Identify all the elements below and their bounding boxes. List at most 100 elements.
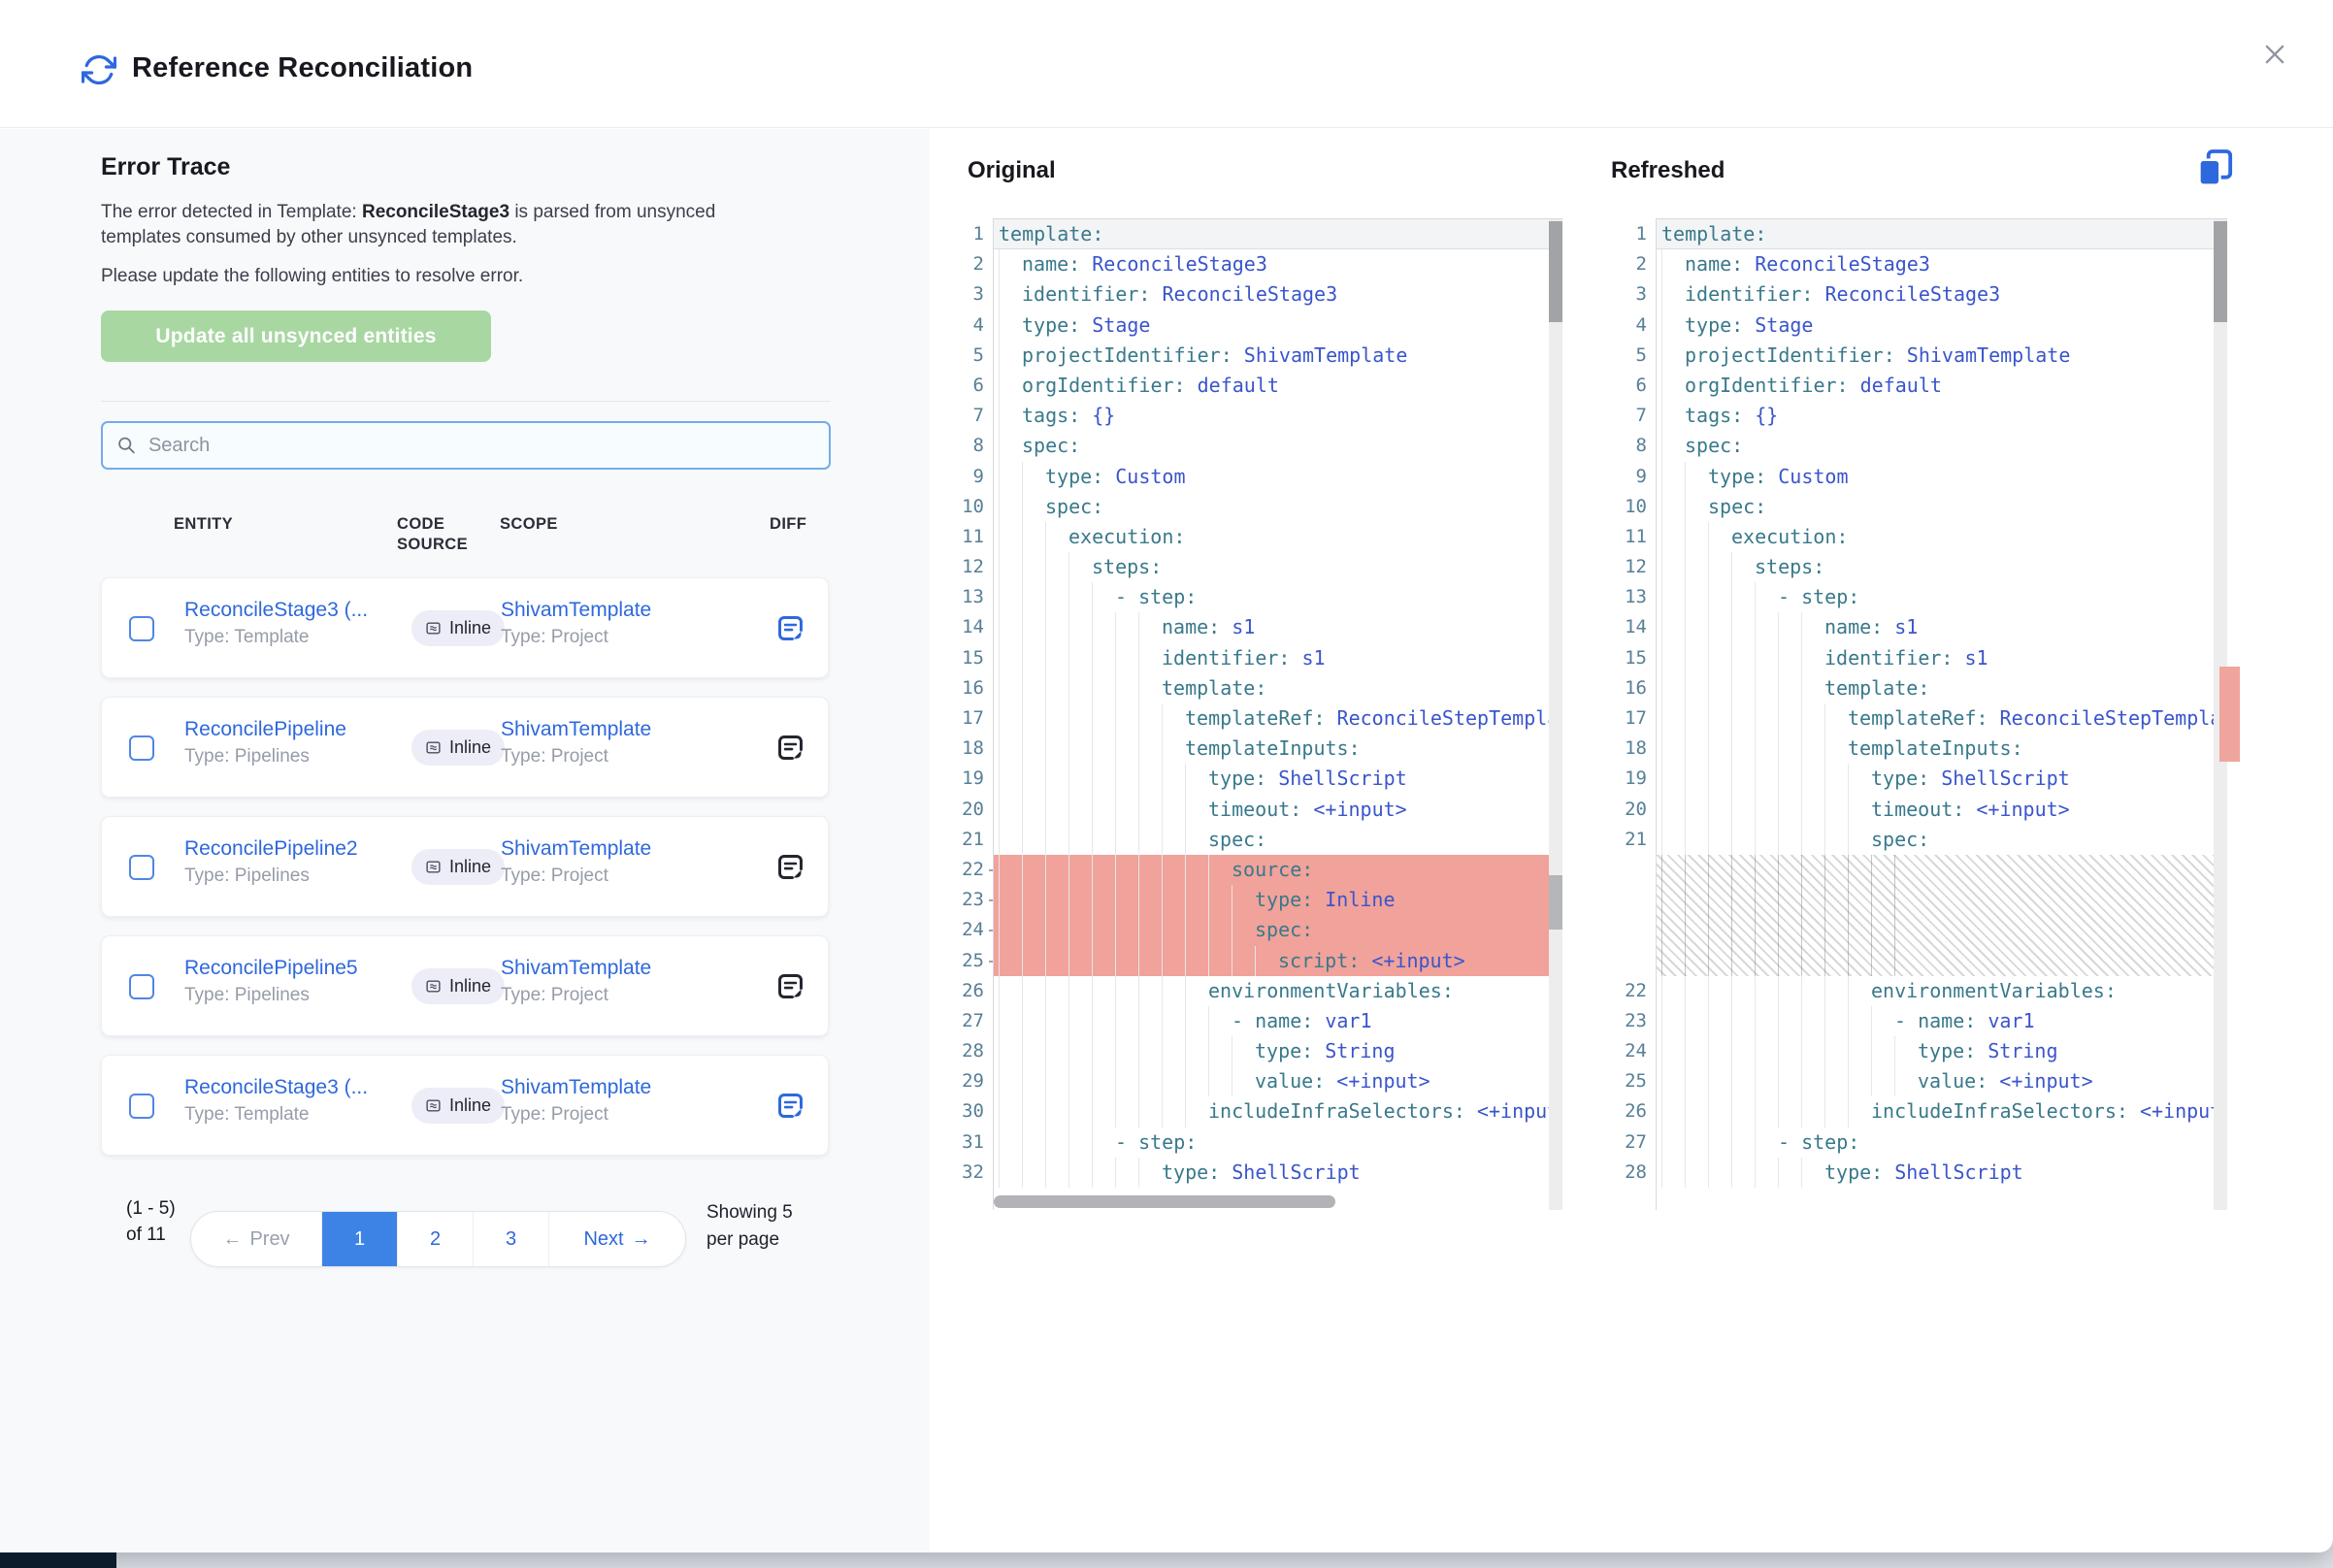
next-page-button[interactable]: Next→: [548, 1212, 685, 1266]
scope-link[interactable]: ShivamTemplate: [501, 718, 651, 741]
code-line: template:: [994, 673, 1562, 703]
pagination-control: ←Prev 1 2 3 Next→: [190, 1211, 686, 1267]
update-all-unsynced-button[interactable]: Update all unsynced entities: [101, 310, 491, 362]
entity-link[interactable]: ReconcilePipeline5: [184, 957, 358, 980]
line-number: 10: [1611, 492, 1656, 522]
line-number: 26: [1611, 1096, 1656, 1127]
pagination-range-text: (1 - 5) of 11: [126, 1195, 181, 1248]
entity-link[interactable]: ReconcileStage3 (...: [184, 599, 368, 622]
copy-icon[interactable]: [2195, 147, 2234, 190]
row-checkbox[interactable]: [129, 1094, 154, 1119]
error-trace-instruction: Please update the following entities to …: [101, 264, 780, 289]
code-line: execution:: [1657, 522, 2227, 552]
code-line: source:: [994, 855, 1562, 885]
entity-table-row[interactable]: ReconcileStage3 (... Type: Template Inli…: [101, 1055, 829, 1156]
code-line: identifier: ReconcileStage3: [994, 279, 1562, 310]
row-checkbox[interactable]: [129, 974, 154, 999]
original-vertical-scrollbar[interactable]: [1549, 219, 1562, 1210]
page-button-3[interactable]: 3: [473, 1212, 548, 1266]
diff-icon[interactable]: [775, 733, 805, 763]
scope-link[interactable]: ShivamTemplate: [501, 957, 651, 980]
line-number: 6: [1611, 371, 1656, 401]
entity-type-label: Type: Template: [184, 1104, 368, 1126]
diff-icon[interactable]: [775, 613, 805, 643]
refreshed-code-panel: 1234567891011121314151617181920212223242…: [1611, 218, 2227, 1210]
line-number: 25: [1611, 1066, 1656, 1096]
scope-type-label: Type: Project: [501, 746, 651, 768]
code-line: includeInfraSelectors: <+input>: [994, 1096, 1562, 1127]
code-line: type: ShellScript: [1657, 764, 2227, 794]
code-line: - step:: [1657, 1127, 2227, 1158]
entity-cell: ReconcileStage3 (... Type: Template: [184, 1076, 368, 1126]
line-number: 21: [1611, 825, 1656, 855]
code-line: value: <+input>: [994, 1066, 1562, 1096]
row-checkbox[interactable]: [129, 616, 154, 641]
diff-icon[interactable]: [775, 852, 805, 882]
code-line: - step:: [1657, 582, 2227, 612]
line-number: 12: [952, 552, 993, 582]
code-line: template:: [1657, 673, 2227, 703]
entity-type-label: Type: Pipelines: [184, 866, 358, 887]
removed-lines-hatch: [1657, 855, 2227, 976]
entity-link[interactable]: ReconcilePipeline: [184, 718, 346, 741]
line-number: 24: [1611, 1036, 1656, 1066]
line-number: 21: [952, 825, 993, 855]
line-number: 32: [952, 1158, 993, 1188]
original-code-panel: 12345678910111213141516171819202122—23—2…: [952, 218, 1562, 1210]
row-checkbox[interactable]: [129, 735, 154, 761]
original-horizontal-scrollbar[interactable]: [994, 1195, 1335, 1208]
entity-table-row[interactable]: ReconcilePipeline Type: Pipelines Inline…: [101, 697, 829, 798]
code-line: spec:: [1657, 431, 2227, 461]
search-icon: [116, 435, 137, 456]
line-number: 15: [952, 643, 993, 673]
entity-table-row[interactable]: ReconcileStage3 (... Type: Template Inli…: [101, 577, 829, 678]
scope-link[interactable]: ShivamTemplate: [501, 1076, 651, 1099]
line-number: 9: [1611, 462, 1656, 492]
line-number: 10: [952, 492, 993, 522]
refreshed-code-area: template:name: ReconcileStage3identifier…: [1656, 218, 2227, 1210]
original-panel-title: Original: [968, 157, 1056, 184]
entity-table-row[interactable]: ReconcilePipeline5 Type: Pipelines Inlin…: [101, 935, 829, 1036]
entity-cell: ReconcilePipeline2 Type: Pipelines: [184, 837, 358, 887]
line-number: 23: [1611, 1006, 1656, 1036]
row-checkbox[interactable]: [129, 855, 154, 880]
line-number: 2: [952, 249, 993, 279]
entity-type-label: Type: Pipelines: [184, 985, 358, 1006]
prev-page-button[interactable]: ←Prev: [191, 1212, 321, 1266]
code-line: tags: {}: [994, 401, 1562, 431]
line-number: 3: [1611, 279, 1656, 310]
code-line: steps:: [1657, 552, 2227, 582]
entity-cell: ReconcilePipeline5 Type: Pipelines: [184, 957, 358, 1006]
scope-link[interactable]: ShivamTemplate: [501, 599, 651, 622]
scope-cell: ShivamTemplate Type: Project: [501, 599, 651, 648]
original-code-area: template:name: ReconcileStage3identifier…: [993, 218, 1562, 1210]
line-number: 9: [952, 462, 993, 492]
entity-link[interactable]: ReconcilePipeline2: [184, 837, 358, 861]
code-line: - step:: [994, 582, 1562, 612]
line-number: 8: [1611, 431, 1656, 461]
line-number: 22: [1611, 976, 1656, 1006]
section-divider: [101, 401, 831, 402]
code-line: type: Inline: [994, 885, 1562, 915]
line-number: 28: [1611, 1158, 1656, 1188]
diff-icon[interactable]: [775, 1091, 805, 1121]
page-button-2[interactable]: 2: [397, 1212, 473, 1266]
code-line: tags: {}: [1657, 401, 2227, 431]
inline-source-icon: [425, 859, 442, 875]
close-icon[interactable]: [2261, 41, 2288, 68]
page-button-1[interactable]: 1: [321, 1212, 397, 1266]
code-line: spec:: [994, 915, 1562, 945]
entity-link[interactable]: ReconcileStage3 (...: [184, 1076, 368, 1099]
diff-icon[interactable]: [775, 971, 805, 1001]
line-number: 1: [1611, 219, 1656, 249]
code-line: value: <+input>: [1657, 1066, 2227, 1096]
refreshed-panel-title: Refreshed: [1611, 157, 1725, 184]
scope-link[interactable]: ShivamTemplate: [501, 837, 651, 861]
entity-table-row[interactable]: ReconcilePipeline2 Type: Pipelines Inlin…: [101, 816, 829, 917]
column-header-diff: DIFF: [770, 514, 806, 535]
refreshed-line-number-gutter: 1234567891011121314151617181920212223242…: [1611, 219, 1656, 1210]
code-line: timeout: <+input>: [994, 795, 1562, 825]
line-number: 11: [952, 522, 993, 552]
code-line: execution:: [994, 522, 1562, 552]
search-input[interactable]: [147, 434, 815, 458]
